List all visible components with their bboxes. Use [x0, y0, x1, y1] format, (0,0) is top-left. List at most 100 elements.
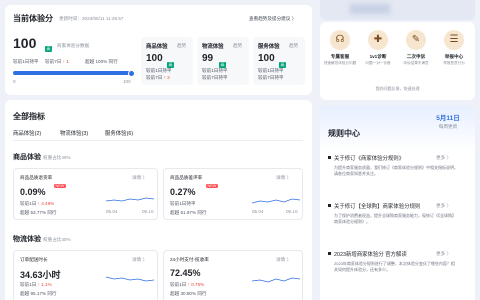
tabs-divider: [13, 140, 303, 141]
quick-action-support[interactable]: ☊ 专属客服 快速解答体验分问题: [320, 30, 360, 66]
bullet-icon: [328, 252, 331, 255]
metric-return-rate-value: 0.09%: [20, 187, 46, 197]
headset-icon: ☊: [330, 30, 350, 50]
subscore-goods-value: 100: [146, 53, 163, 64]
overall-score: 100: [13, 35, 37, 51]
quick-action-appeal-title: 二次申诉: [406, 54, 426, 59]
rule-item[interactable]: 2023新增商家体验分 官方解读 更多 〉 2023年商家体验分规则进行了调整，…: [328, 250, 455, 273]
overall-score-badge: 高: [45, 46, 52, 52]
bullet-icon: [328, 204, 331, 207]
metric-delivery-time-sparkline: [105, 276, 155, 282]
tab-service[interactable]: 服务体验(6): [105, 129, 133, 137]
quick-action-report[interactable]: ☰ 举报中心 举报恶意行为: [434, 30, 474, 66]
quick-action-diagnosis-title: 1v1诊断: [369, 54, 387, 59]
tab-logistics[interactable]: 物流体验(3): [60, 129, 88, 137]
subscore-logistics-d7: 较前7日持平: [202, 75, 228, 80]
subscore-logistics[interactable]: 物流体验 趋势 99 高 较前1日持平 较前7日持平: [197, 37, 249, 85]
rules-center-card: 规则中心 5月11日 每周更新 关于修订《商家体验分规则》 更多 〉 为提升商家…: [320, 106, 475, 300]
rule-item-more[interactable]: 更多 〉: [436, 203, 451, 209]
rules-date-chip: 5月11日 每周更新: [428, 112, 468, 136]
metric-pickup-rate-name: 24小时支付-揽收率: [170, 257, 209, 262]
metric-card-bad-review[interactable]: 商品品质差评率 NEW 详情 〉 0.27% 较前1日持平 超越 61.97% …: [163, 168, 303, 220]
metric-card-pickup-rate[interactable]: 24小时支付-揽收率 详情 〉 72.45% 较前1日 ↑ 0.75% 超越 3…: [163, 250, 303, 300]
subscore-logistics-title: 物流体验: [202, 44, 224, 50]
score-progress-fill: [13, 71, 133, 75]
goods-section-title: 商品体验: [13, 154, 41, 161]
metric-pickup-rate-detail[interactable]: 详情 〉: [276, 257, 291, 263]
report-icon: ☰: [444, 30, 464, 50]
logistics-section-weight: 权重占比40%: [43, 237, 71, 242]
compare-7day: 较前7日 ↑ 1: [45, 59, 69, 64]
metric-return-rate-rank: 超越 53.77% 同行: [20, 210, 57, 215]
metric-bad-review-sparkline: [251, 198, 301, 204]
quick-action-report-desc: 举报恶意行为: [443, 61, 465, 65]
new-tag: NEW: [54, 184, 66, 188]
metrics-card: 全部指标 商品体验(2) 物流体验(3) 服务体验(6) 商品体验 权重占比40…: [5, 100, 312, 300]
metric-return-rate-date-end: 05.10: [142, 209, 154, 214]
subscore-goods[interactable]: 商品体验 趋势 100 高 较前1日持平 较前7日 ↑ 2: [141, 37, 193, 85]
updated-time: 更新时间：2023/05/11 11:26:57: [59, 16, 124, 21]
quick-action-diagnosis[interactable]: ✚ 1v1诊断 问题一对一诊断: [358, 30, 398, 66]
quick-action-appeal-desc: 申诉结果不满意: [403, 61, 429, 65]
metric-pickup-rate-sparkline: [251, 277, 301, 283]
rules-date: 5月11日: [436, 115, 460, 122]
metric-bad-review-value: 0.27%: [170, 187, 196, 197]
rule-item-desc: 为了保护消费者权益，提升全球购商家服务能力，现修订《【全球购】商家体验分规则》。: [334, 213, 456, 224]
rules-center-title: 规则中心: [328, 129, 360, 138]
rule-item[interactable]: 关于修订《商家体验分规则》 更多 〉 为提升商家服务质量，我们修订《商家体验分规…: [328, 154, 458, 177]
subscore-goods-d1: 较前1日持平: [146, 68, 172, 73]
metric-bad-review-detail[interactable]: 详情 〉: [276, 175, 291, 181]
subscore-logistics-trend[interactable]: 趋势: [233, 43, 242, 49]
rule-item-desc: 2023年商家体验分规则进行了调整，本次体验分变化了哪些内容？相关如何提升体验分…: [334, 261, 455, 272]
subscore-service[interactable]: 服务体验 趋势 100 高 较前1日持平 较前7日持平: [253, 37, 305, 85]
overview-title: 当前体验分: [13, 14, 53, 23]
metric-pickup-rate-value: 72.45%: [170, 268, 201, 278]
metric-bad-review-rank: 超越 61.97% 同行: [170, 210, 207, 215]
progress-min: 0: [13, 79, 16, 84]
rule-item-title: 关于修订《商家体验分规则》: [334, 156, 405, 162]
compare-1day: 较前1日持平: [13, 59, 39, 64]
metric-delivery-time-rank: 超越 95.17% 同行: [20, 291, 57, 296]
diagnosis-icon: ✚: [368, 30, 388, 50]
quick-action-support-title: 专属客服: [330, 54, 350, 59]
subscore-goods-trend[interactable]: 趋势: [177, 43, 186, 49]
metric-return-rate-name: 商品品质退货率: [20, 175, 53, 180]
trend-link[interactable]: 查看趋势及提分建议 〉: [249, 16, 296, 22]
metric-bad-review-d1: 较前1日持平: [170, 201, 196, 206]
score-progress-track: [13, 69, 135, 77]
rule-item-desc: 为提升商家服务质量，我们修订《商家体验分规则》中相关指标说明，请各位商家知悉并关…: [334, 165, 458, 176]
bullet-icon: [328, 156, 331, 159]
metric-delivery-time-name: 订单配送时长: [20, 257, 48, 262]
progress-max: 100: [123, 79, 131, 84]
subscore-goods-d7: 较前7日 ↑ 2: [146, 75, 170, 80]
subscore-service-trend[interactable]: 趋势: [289, 43, 298, 49]
feedback-note[interactable]: 我的问题反馈，快速处理: [320, 86, 475, 92]
metric-bad-review-name: 商品品质差评率: [170, 175, 203, 180]
quick-action-report-title: 举报中心: [444, 54, 464, 59]
overview-card: 当前体验分 更新时间：2023/05/11 11:26:57 查看趋势及提分建议…: [5, 5, 312, 95]
rule-item-more[interactable]: 更多 〉: [436, 155, 451, 161]
study-icon: ✎: [406, 30, 426, 50]
metric-return-rate-date-start: 05.04: [106, 209, 118, 214]
metric-card-delivery-time[interactable]: 订单配送时长 详情 〉 34.63小时 较前1日 ↑ 1.1% 超越 95.17…: [13, 250, 158, 300]
metric-return-rate-d1: 较前1日 ↑ 4.49%: [20, 201, 55, 206]
blurred-account-banner: [320, 0, 475, 20]
logistics-section-title: 物流体验: [13, 236, 41, 243]
subscore-service-d7: 较前7日持平: [258, 75, 284, 80]
metric-delivery-time-d1: 较前1日 ↑ 1.1%: [20, 282, 52, 287]
score-note: 商家体验分数据: [57, 43, 90, 48]
metric-bad-review-date-end: 05.10: [286, 209, 298, 214]
metric-return-rate-detail[interactable]: 详情 〉: [132, 175, 147, 181]
rule-item-more[interactable]: 更多 〉: [436, 251, 451, 257]
compare-peers: 超越 100% 同行: [85, 59, 118, 64]
metric-card-return-rate[interactable]: 商品品质退货率 NEW 详情 〉 0.09% 较前1日 ↑ 4.49% 超越 5…: [13, 168, 158, 220]
subscore-goods-title: 商品体验: [146, 44, 168, 50]
metric-return-rate-sparkline: [105, 197, 155, 202]
metric-delivery-time-detail[interactable]: 详情 〉: [132, 257, 147, 263]
metrics-title: 全部指标: [13, 112, 45, 121]
score-progress-handle: [128, 69, 135, 77]
quick-action-appeal[interactable]: ✎ 二次申诉 申诉结果不满意: [396, 30, 436, 66]
rule-item[interactable]: 关于修订【全球购】商家体验分规则 更多 〉 为了保护消费者权益，提升全球购商家服…: [328, 202, 456, 225]
subscore-logistics-value: 99: [202, 53, 214, 64]
tab-goods[interactable]: 商品体验(2): [13, 129, 41, 137]
